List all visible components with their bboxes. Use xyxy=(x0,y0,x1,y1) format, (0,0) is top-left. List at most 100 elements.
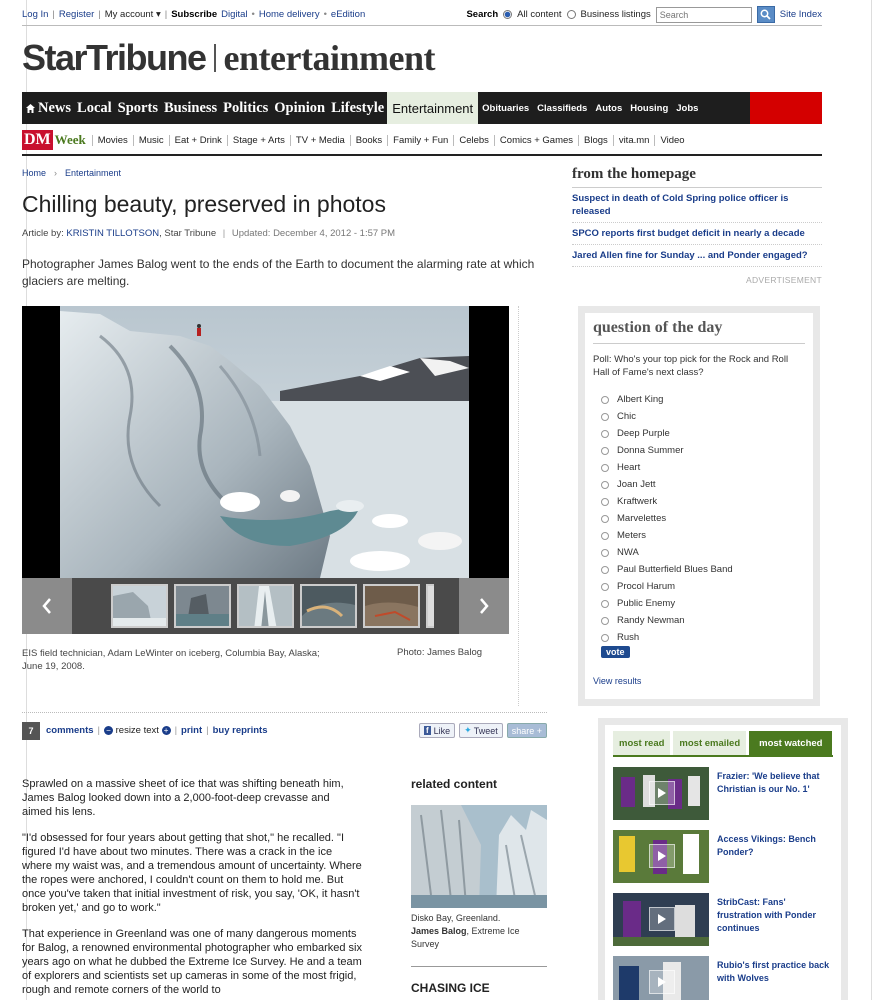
video-thumbnail[interactable] xyxy=(613,830,709,883)
next-slide-button[interactable] xyxy=(459,578,509,634)
subnav-blogs[interactable]: Blogs xyxy=(578,134,613,146)
digital-link[interactable]: Digital xyxy=(221,9,247,20)
poll-option[interactable]: Public Enemy xyxy=(601,595,805,612)
nav-classifieds[interactable]: Classifieds xyxy=(533,92,591,124)
tab-most-read[interactable]: most read xyxy=(613,731,671,755)
slide-thumbnail[interactable] xyxy=(426,584,434,628)
poll-option[interactable]: Albert King xyxy=(601,391,805,408)
poll-option[interactable]: Donna Summer xyxy=(601,442,805,459)
poll-option[interactable]: Rush xyxy=(601,629,805,646)
subnav-movies[interactable]: Movies xyxy=(91,134,133,146)
author-link[interactable]: KRISTIN TILLOTSON xyxy=(66,228,159,239)
play-icon xyxy=(649,781,675,805)
subnav-stage-arts[interactable]: Stage + Arts xyxy=(226,134,290,146)
poll-option[interactable]: Randy Newman xyxy=(601,612,805,629)
video-item[interactable]: Rubio's first practice back with Wolves xyxy=(613,956,833,1000)
nav-autos[interactable]: Autos xyxy=(591,92,626,124)
site-index-link[interactable]: Site Index xyxy=(780,9,822,20)
search-button[interactable] xyxy=(756,6,775,23)
brand-logo[interactable]: StarTribune xyxy=(22,37,207,79)
nav-obituaries[interactable]: Obituaries xyxy=(478,92,533,124)
subnav-eat-drink[interactable]: Eat + Drink xyxy=(168,134,227,146)
nav-news[interactable]: News xyxy=(22,92,74,124)
buy-reprints-link[interactable]: buy reprints xyxy=(213,725,268,736)
poll-option[interactable]: Meters xyxy=(601,527,805,544)
poll-option[interactable]: Chic xyxy=(601,408,805,425)
main-photo[interactable] xyxy=(22,306,509,578)
scope-business-radio[interactable] xyxy=(566,10,576,19)
poll-option[interactable]: Procol Harum xyxy=(601,578,805,595)
subnav-tv-media[interactable]: TV + Media xyxy=(289,134,350,146)
video-title[interactable]: Rubio's first practice back with Wolves xyxy=(717,959,833,1000)
nav-entertainment[interactable]: Entertainment xyxy=(387,92,479,124)
tweet-button[interactable]: ✦ Tweet xyxy=(459,723,503,738)
eedition-link[interactable]: eEdition xyxy=(331,9,365,20)
vote-button[interactable]: vote xyxy=(601,646,630,658)
tab-most-emailed[interactable]: most emailed xyxy=(673,731,747,755)
homepage-link[interactable]: Jared Allen fine for Sunday ... and Pond… xyxy=(572,245,822,267)
comments-link[interactable]: comments xyxy=(46,725,94,736)
nav-jobs[interactable]: Jobs xyxy=(672,92,702,124)
subnav-family-fun[interactable]: Family + Fun xyxy=(387,134,453,146)
breadcrumb-entertainment[interactable]: Entertainment xyxy=(65,168,121,178)
subnav-music[interactable]: Music xyxy=(132,134,169,146)
video-item[interactable]: Frazier: 'We believe that Christian is o… xyxy=(613,767,833,820)
video-title[interactable]: Access Vikings: Bench Ponder? xyxy=(717,833,833,883)
comment-count-badge[interactable]: 7 xyxy=(22,721,40,740)
print-link[interactable]: print xyxy=(181,725,202,736)
subnav-comics-games[interactable]: Comics + Games xyxy=(493,134,578,146)
nav-lifestyle[interactable]: Lifestyle xyxy=(328,92,387,124)
view-results-link[interactable]: View results xyxy=(593,676,805,686)
plus-icon[interactable]: + xyxy=(161,726,171,735)
slide-thumbnail[interactable] xyxy=(111,584,168,628)
video-title[interactable]: Frazier: 'We believe that Christian is o… xyxy=(717,770,833,820)
nav-politics[interactable]: Politics xyxy=(220,92,271,124)
subnav-celebs[interactable]: Celebs xyxy=(453,134,494,146)
share-button[interactable]: share + xyxy=(506,723,547,738)
search-input[interactable] xyxy=(655,6,752,23)
poll-option[interactable]: Heart xyxy=(601,459,805,476)
video-item[interactable]: StribCast: Fans' frustration with Ponder… xyxy=(613,893,833,946)
slide-thumbnail[interactable] xyxy=(300,584,357,628)
poll-option[interactable]: Paul Butterfield Blues Band xyxy=(601,561,805,578)
subnav-vita[interactable]: vita.mn xyxy=(612,134,655,146)
video-thumbnail[interactable] xyxy=(613,767,709,820)
poll-option[interactable]: Kraftwerk xyxy=(601,493,805,510)
slide-thumbnail[interactable] xyxy=(363,584,420,628)
video-title[interactable]: StribCast: Fans' frustration with Ponder… xyxy=(717,896,833,946)
poll-option[interactable]: Marvelettes xyxy=(601,510,805,527)
nav-opinion[interactable]: Opinion xyxy=(271,92,328,124)
poll-option[interactable]: Joan Jett xyxy=(601,476,805,493)
video-thumbnail[interactable] xyxy=(613,956,709,1000)
home-delivery-link[interactable]: Home delivery xyxy=(259,9,320,20)
nav-business[interactable]: Business xyxy=(161,92,220,124)
nav-housing[interactable]: Housing xyxy=(626,92,672,124)
slide-thumbnail[interactable] xyxy=(237,584,294,628)
tab-most-watched[interactable]: most watched xyxy=(749,731,833,755)
subnav-video[interactable]: Video xyxy=(654,134,689,146)
section-logo[interactable]: entertainment xyxy=(224,37,436,79)
facebook-like-button[interactable]: f Like xyxy=(418,723,456,738)
dm-week-logo[interactable]: DM Week xyxy=(22,130,86,150)
prev-slide-button[interactable] xyxy=(22,578,72,634)
register-link[interactable]: Register xyxy=(59,9,94,20)
minus-icon[interactable]: − xyxy=(103,726,113,735)
poll-option[interactable]: Deep Purple xyxy=(601,425,805,442)
nav-local[interactable]: Local xyxy=(74,92,115,124)
breadcrumb-home[interactable]: Home xyxy=(22,168,46,178)
subscribe-link[interactable]: Subscribe xyxy=(171,9,217,20)
poll-question: Poll: Who's your top pick for the Rock a… xyxy=(593,354,789,378)
homepage-link[interactable]: Suspect in death of Cold Spring police o… xyxy=(572,188,822,223)
related-heading: related content xyxy=(411,777,498,791)
poll-option[interactable]: NWA xyxy=(601,544,805,561)
homepage-link[interactable]: SPCO reports first budget deficit in nea… xyxy=(572,223,822,245)
subnav-books[interactable]: Books xyxy=(349,134,387,146)
video-item[interactable]: Access Vikings: Bench Ponder? xyxy=(613,830,833,883)
nav-sports[interactable]: Sports xyxy=(115,92,161,124)
my-account-menu[interactable]: My account ▾ xyxy=(105,9,161,20)
login-link[interactable]: Log In xyxy=(22,9,48,20)
video-thumbnail[interactable] xyxy=(613,893,709,946)
scope-all-radio[interactable] xyxy=(503,10,513,19)
slide-thumbnail[interactable] xyxy=(174,584,231,628)
related-photo[interactable] xyxy=(411,805,547,908)
